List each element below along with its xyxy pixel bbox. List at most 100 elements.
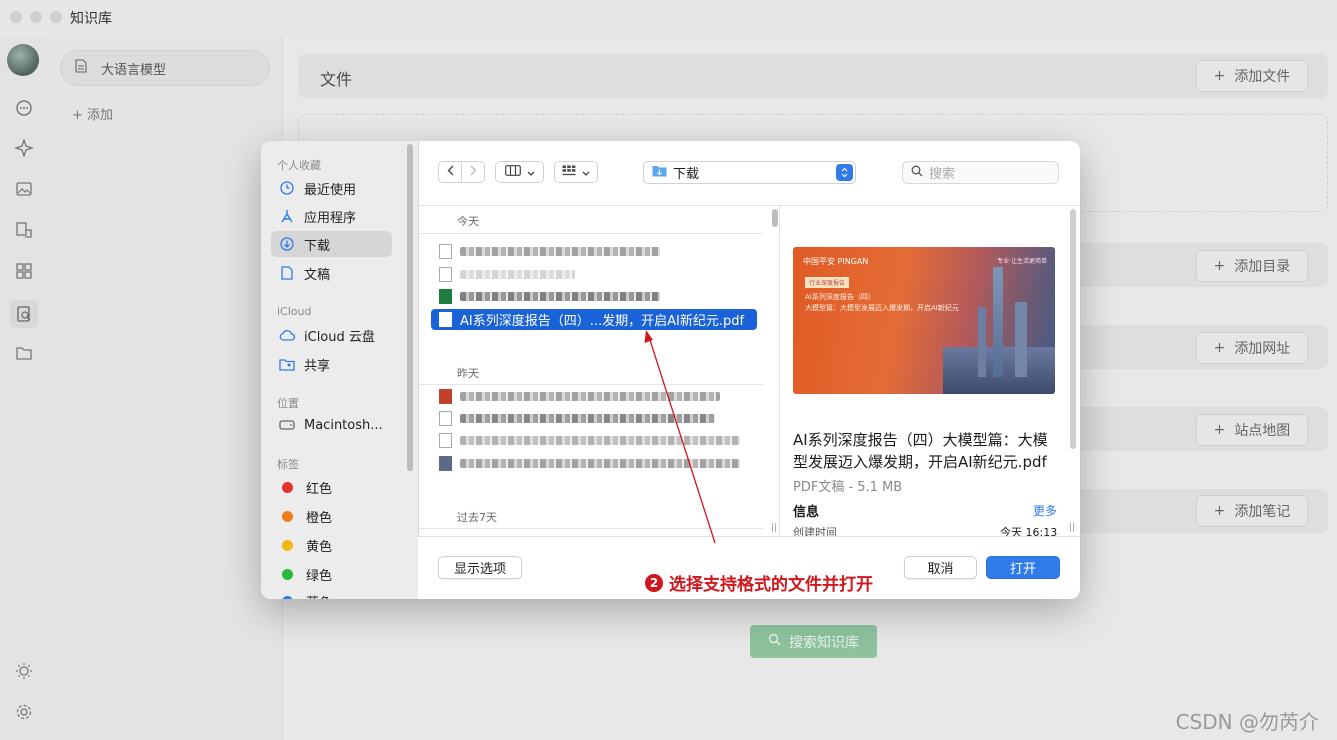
image-icon[interactable]	[12, 177, 36, 201]
search-icon	[911, 165, 923, 181]
downloads-folder-icon	[652, 165, 667, 181]
search-field[interactable]: 搜索	[902, 161, 1059, 184]
redacted-filename	[460, 269, 575, 279]
open-label: 打开	[1009, 562, 1036, 577]
sidebar-item-applications[interactable]: 应用程序	[271, 203, 392, 229]
location-popup[interactable]: 下载	[643, 161, 856, 184]
file-open-dialog: 个人收藏 最近使用 应用程序 下载 文稿 iCloud iCloud 云盘 共享…	[261, 141, 1080, 599]
sidebar-item-shared[interactable]: 共享	[271, 351, 392, 377]
redacted-filename	[460, 246, 660, 256]
close-window-button[interactable]	[10, 11, 22, 23]
preview-scrollbar[interactable]	[1070, 209, 1076, 449]
file-row[interactable]	[431, 408, 757, 428]
sidebar-scrollbar[interactable]	[407, 144, 413, 471]
search-knowledge-base-label: 搜索知识库	[789, 634, 859, 651]
back-button[interactable]	[438, 161, 462, 183]
minimize-window-button[interactable]	[30, 11, 42, 23]
thumbnail-slogan: 专业·让生活更简单	[997, 258, 1047, 265]
sidebar-tag-orange[interactable]: 橙色	[271, 503, 392, 529]
add-url-button[interactable]: + 添加网址	[1196, 332, 1308, 364]
resize-handle-icon[interactable]: ||	[1069, 523, 1075, 533]
show-options-button[interactable]: 显示选项	[438, 556, 522, 579]
file-row[interactable]	[431, 386, 757, 406]
preview-info-label: 信息	[793, 505, 820, 520]
file-row[interactable]	[431, 453, 757, 473]
tower-shape	[1015, 302, 1027, 377]
file-row[interactable]	[431, 264, 757, 284]
sidebar-item-icloud-drive[interactable]: iCloud 云盘	[271, 322, 392, 348]
annotation-text: 选择支持格式的文件并打开	[669, 575, 873, 595]
sidebar-tag-green[interactable]: 绿色	[271, 561, 392, 587]
file-row[interactable]	[431, 430, 757, 450]
cancel-button[interactable]: 取消	[904, 556, 977, 579]
icloud-header: iCloud	[277, 305, 312, 318]
file-icon	[439, 455, 452, 471]
folder-icon[interactable]	[12, 341, 36, 365]
thumbnail-brand: 中国平安 PINGAN	[803, 257, 869, 266]
files-section-title: 文件	[320, 70, 353, 89]
add-directory-button[interactable]: + 添加目录	[1196, 250, 1308, 282]
theme-sun-icon[interactable]	[12, 659, 36, 683]
avatar[interactable]	[7, 44, 39, 76]
apps-grid-icon[interactable]	[12, 259, 36, 283]
settings-gear-icon[interactable]	[12, 700, 36, 724]
file-icon	[439, 432, 452, 448]
hard-drive-icon	[279, 417, 295, 433]
sidebar-tag-blue[interactable]: 蓝色	[271, 588, 392, 599]
thumbnail-title-line1: AI系列深度报告（四）	[805, 293, 875, 301]
tags-header: 标签	[277, 458, 299, 471]
view-mode-button[interactable]	[495, 161, 544, 183]
knowledge-base-icon[interactable]	[10, 300, 38, 328]
resize-handle-icon[interactable]: ||	[771, 523, 777, 533]
knowledge-base-panel	[48, 36, 283, 740]
preview-file-meta: PDF文稿 - 5.1 MB	[793, 480, 903, 495]
add-file-button[interactable]: + 添加文件	[1196, 60, 1308, 92]
sidebar-tag-red[interactable]: 红色	[271, 474, 392, 500]
step-number-badge: 2	[645, 573, 663, 592]
sidebar-item-label: 文稿	[304, 267, 331, 283]
sidebar-item-label: 下载	[304, 238, 331, 254]
group-by-button[interactable]	[554, 161, 598, 183]
file-list-scrollbar[interactable]	[772, 209, 778, 227]
created-time-label: 创建时间	[793, 526, 837, 536]
file-row[interactable]	[431, 286, 757, 306]
file-row[interactable]	[431, 241, 757, 261]
tag-dot	[282, 539, 293, 551]
open-button[interactable]: 打开	[986, 556, 1060, 579]
add-note-label: 添加笔记	[1234, 504, 1291, 520]
search-knowledge-base-button[interactable]: 搜索知识库	[750, 625, 877, 658]
forward-button[interactable]	[461, 161, 485, 183]
sitemap-button[interactable]: + 站点地图	[1196, 414, 1308, 446]
location-label: 下载	[673, 167, 700, 182]
columns-view-icon	[504, 165, 521, 179]
file-icon	[439, 243, 452, 259]
translate-icon[interactable]	[12, 218, 36, 242]
tag-label: 黄色	[306, 539, 333, 555]
preview-more-link[interactable]: 更多	[1033, 502, 1057, 519]
thumbnail-title-line2: 大模型篇：大模型发展迈入爆发期，开启AI新纪元	[805, 304, 959, 312]
download-icon	[279, 236, 295, 252]
favorites-header: 个人收藏	[277, 159, 321, 172]
tower-shape	[993, 267, 1003, 377]
knowledge-base-item[interactable]: 大语言模型	[60, 50, 270, 86]
group-divider	[419, 384, 763, 385]
sidebar-item-recents[interactable]: 最近使用	[271, 175, 392, 201]
tag-dot	[282, 568, 293, 580]
file-row-selected[interactable]: AI系列深度报告（四）...发期，开启AI新纪元.pdf	[431, 309, 757, 330]
chat-icon[interactable]	[12, 96, 36, 120]
sidebar-tag-yellow[interactable]: 黄色	[271, 532, 392, 558]
sparkle-icon[interactable]	[12, 136, 36, 160]
spreadsheet-icon	[439, 288, 452, 304]
sidebar-item-downloads[interactable]: 下载	[271, 231, 392, 257]
add-note-button[interactable]: + 添加笔记	[1196, 495, 1308, 527]
add-knowledge-base-button[interactable]: + 添加	[72, 104, 113, 123]
chevron-left-icon	[447, 165, 454, 179]
pane-divider[interactable]	[779, 206, 780, 536]
title-bar: 知识库	[0, 0, 1337, 36]
tag-label: 橙色	[306, 510, 333, 526]
zoom-window-button[interactable]	[50, 11, 62, 23]
sidebar-item-macintosh-hd[interactable]: Macintosh...	[271, 412, 392, 438]
add-url-label: 添加网址	[1234, 341, 1291, 357]
sidebar-item-documents[interactable]: 文稿	[271, 260, 392, 286]
chevron-down-icon	[582, 166, 590, 179]
